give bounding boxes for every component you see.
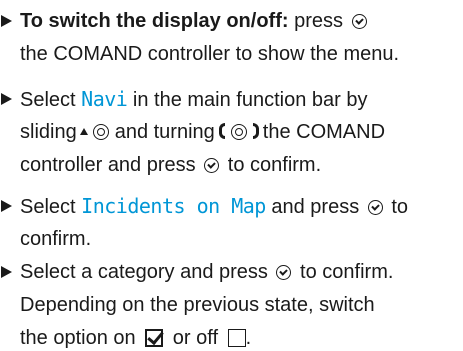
step-bullet-arrow [1, 200, 12, 212]
display-term-navi: Navi [81, 87, 128, 111]
step-2-line-3: controller and press to confirm. [20, 152, 321, 178]
step-4-line-3: the option on or off . [20, 325, 251, 351]
step-1-text-continued: the COMAND controller to show the menu. [20, 43, 400, 65]
step-1-bold-heading: To switch the display on/off: [20, 10, 289, 32]
turn-controller-icon [218, 123, 260, 141]
step-4-text: or off [172, 327, 218, 349]
step-2-line-2: sliding and turning the COMAND [20, 119, 385, 145]
step-3-text: and press [271, 196, 360, 218]
step-1-line-1: To switch the display on/off: press [20, 8, 370, 34]
checkbox-unchecked-icon [227, 329, 246, 347]
step-2-text: the COMAND [262, 121, 386, 143]
step-2-text: controller and press [20, 154, 196, 176]
step-4-text: . [245, 327, 252, 349]
step-bullet-arrow [1, 266, 12, 278]
checkbox-checked-icon [145, 329, 164, 347]
step-2-text: to confirm. [227, 154, 322, 176]
step-3-text: Select [20, 196, 76, 218]
step-3-line-2: confirm. [20, 226, 91, 252]
slide-controller-up-icon [79, 123, 113, 141]
step-3-text: confirm. [20, 228, 92, 250]
step-1-line-2: the COMAND controller to show the menu. [20, 41, 399, 67]
step-3-text: to [391, 196, 409, 218]
step-2-line-1: Select Navi in the main function bar by [20, 86, 367, 113]
press-controller-icon [204, 158, 220, 173]
press-controller-icon [351, 14, 367, 29]
step-2-text: Select [20, 89, 76, 111]
press-controller-icon [367, 200, 383, 215]
step-4-line-2: Depending on the previous state, switch [20, 292, 375, 318]
step-bullet-arrow [1, 93, 12, 105]
instruction-document: To switch the display on/off: press the … [0, 0, 463, 349]
step-4-text: the option on [20, 327, 136, 349]
step-2-text: in the main function bar by [132, 89, 368, 111]
step-4-text: to confirm. [300, 261, 394, 283]
step-bullet-arrow [1, 15, 12, 27]
step-1-text: press [288, 10, 343, 32]
display-term-incidents-on-map: Incidents on Map [81, 194, 266, 218]
step-3-line-1: Select Incidents on Map and press to [20, 193, 408, 220]
step-2-text: sliding [20, 121, 77, 143]
step-2-text: and turning [114, 121, 215, 143]
press-controller-icon [276, 265, 292, 280]
step-4-line-1: Select a category and press to confirm. [20, 259, 393, 285]
step-4-text: Depending on the previous state, switch [20, 294, 375, 316]
step-4-text: Select a category and press [20, 261, 268, 283]
